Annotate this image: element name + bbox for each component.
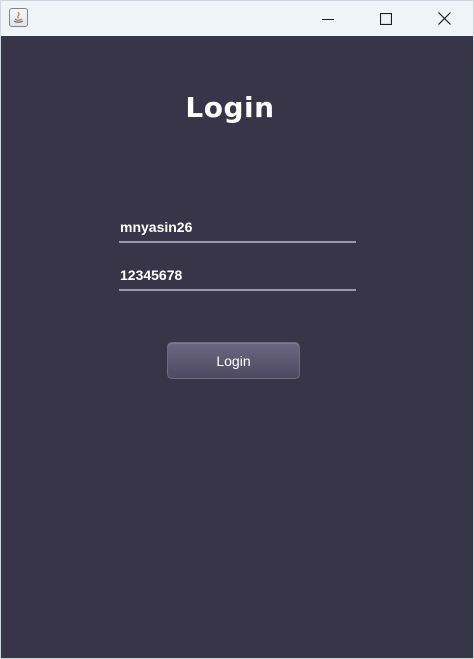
login-panel: Login Login	[1, 36, 473, 658]
password-field-container	[119, 261, 356, 291]
app-window: Login Login	[0, 0, 474, 659]
username-input[interactable]	[119, 219, 356, 235]
maximize-button[interactable]	[357, 1, 415, 36]
minimize-icon	[322, 18, 334, 20]
page-title: Login	[185, 91, 275, 124]
title-bar	[1, 1, 473, 36]
java-app-icon[interactable]	[9, 8, 28, 27]
close-button[interactable]	[415, 1, 473, 36]
close-icon	[437, 12, 451, 25]
minimize-button[interactable]	[299, 1, 357, 36]
username-field-container	[119, 213, 356, 243]
password-input[interactable]	[119, 267, 356, 283]
login-button[interactable]: Login	[167, 342, 300, 379]
maximize-icon	[380, 12, 392, 25]
